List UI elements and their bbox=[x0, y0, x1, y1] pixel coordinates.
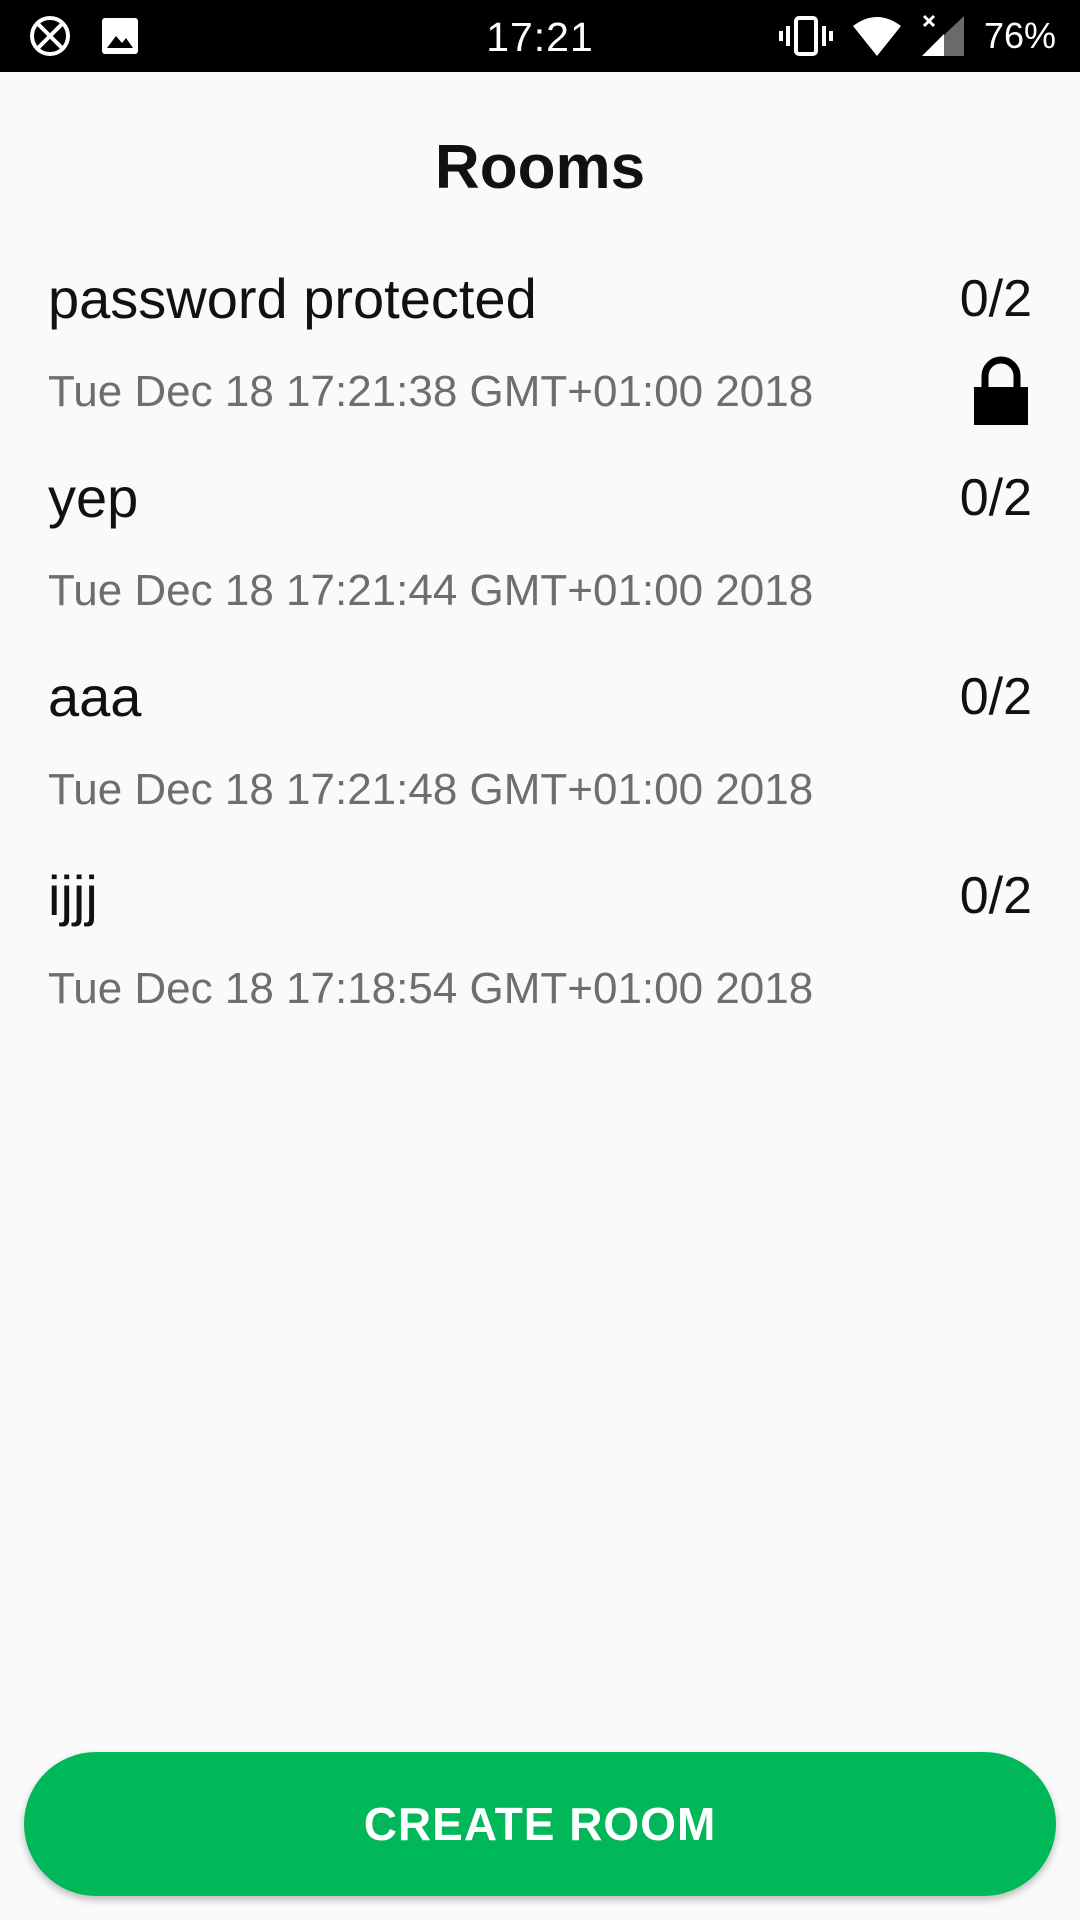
room-created-date: Tue Dec 18 17:21:44 GMT+01:00 2018 bbox=[48, 566, 814, 615]
create-room-button[interactable]: CREATE ROOM bbox=[24, 1752, 1056, 1896]
room-name: aaa bbox=[48, 665, 142, 728]
signal-icon bbox=[921, 14, 964, 56]
room-item[interactable]: password protected 0/2 Tue Dec 18 17:21:… bbox=[0, 262, 1080, 461]
vibrate-icon bbox=[778, 16, 833, 56]
room-item[interactable]: aaa 0/2 Tue Dec 18 17:21:48 GMT+01:00 20… bbox=[0, 660, 1080, 859]
wifi-icon bbox=[852, 17, 901, 56]
room-created-date: Tue Dec 18 17:18:54 GMT+01:00 2018 bbox=[48, 964, 814, 1013]
room-name: password protected bbox=[48, 267, 537, 330]
room-occupancy: 0/2 bbox=[959, 867, 1032, 925]
room-occupancy: 0/2 bbox=[959, 668, 1032, 726]
room-name: ijjj bbox=[48, 864, 98, 927]
status-bar-right: 76% bbox=[778, 0, 1056, 72]
room-created-date: Tue Dec 18 17:21:38 GMT+01:00 2018 bbox=[48, 367, 814, 416]
room-created-date: Tue Dec 18 17:21:48 GMT+01:00 2018 bbox=[48, 765, 814, 814]
battery-percent: 76% bbox=[983, 15, 1056, 56]
room-occupancy: 0/2 bbox=[959, 270, 1032, 328]
page-title: Rooms bbox=[434, 133, 646, 202]
room-occupancy: 0/2 bbox=[959, 469, 1032, 527]
room-list: password protected 0/2 Tue Dec 18 17:21:… bbox=[0, 262, 1080, 1058]
room-item[interactable]: ijjj 0/2 Tue Dec 18 17:18:54 GMT+01:00 2… bbox=[0, 859, 1080, 1058]
status-bar: 17:21 76% bbox=[0, 0, 1080, 72]
room-name: yep bbox=[48, 466, 139, 529]
lock-icon bbox=[974, 356, 1028, 425]
room-item[interactable]: yep 0/2 Tue Dec 18 17:21:44 GMT+01:00 20… bbox=[0, 461, 1080, 660]
